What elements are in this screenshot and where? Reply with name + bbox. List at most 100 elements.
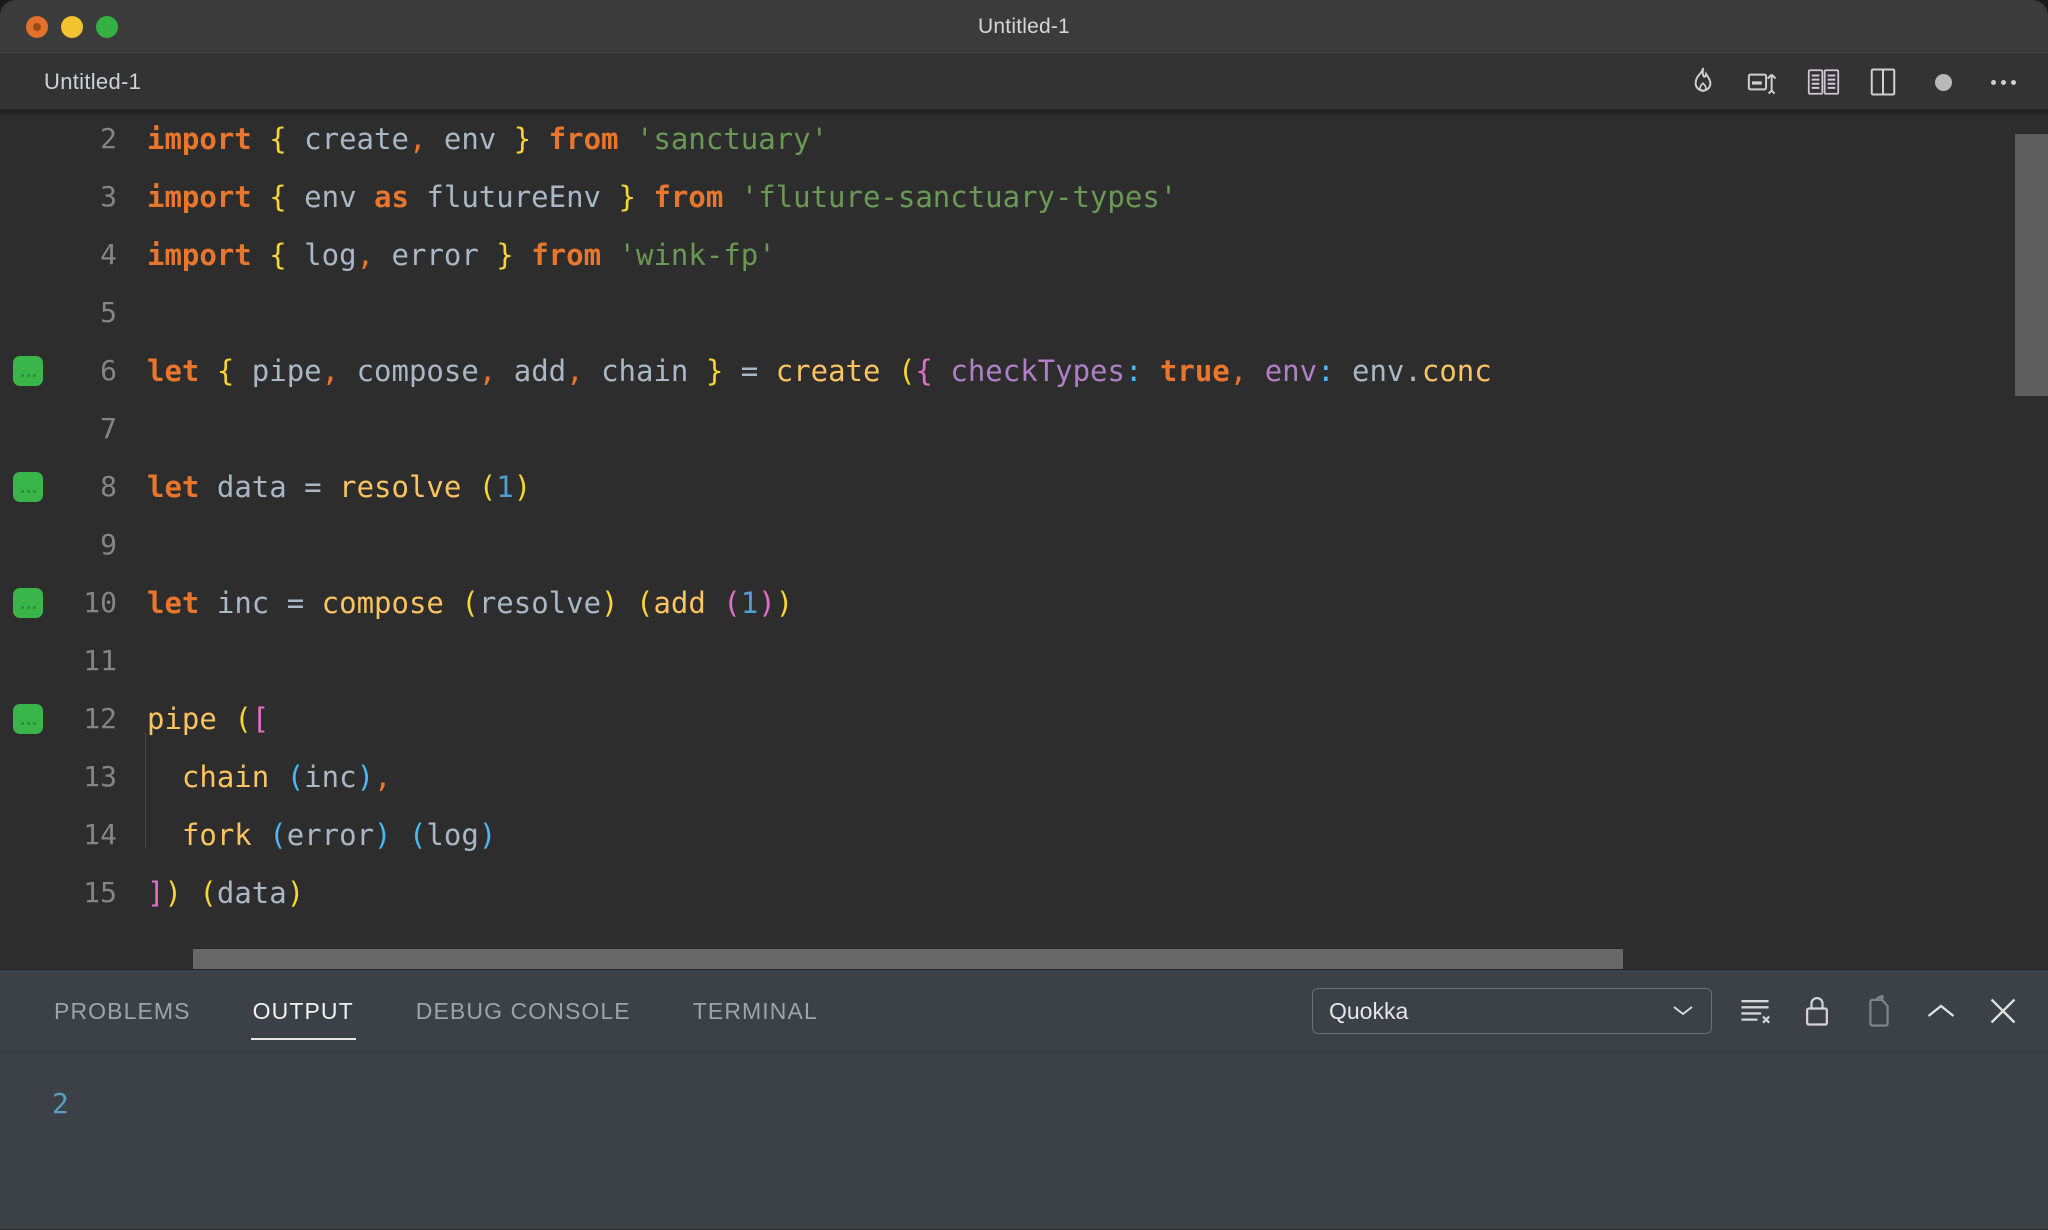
close-panel-icon[interactable]: [1984, 992, 2022, 1030]
code-line[interactable]: 8 let data = resolve (1): [0, 458, 2048, 516]
output-channel-select[interactable]: Quokka: [1312, 988, 1712, 1034]
code-line[interactable]: 12 pipe ([: [0, 690, 2048, 748]
editor-horizontal-scrollbar-track[interactable]: [0, 945, 2048, 969]
code-token: 1: [740, 586, 759, 620]
code-token: (: [234, 702, 252, 736]
code-token: 1: [496, 470, 514, 504]
code-token: }: [618, 180, 636, 214]
code-token: compose: [321, 586, 444, 620]
tab-terminal[interactable]: TERMINAL: [691, 982, 820, 1040]
code-token: create: [775, 354, 881, 388]
code-token: ): [601, 586, 619, 620]
code-token: pipe: [147, 702, 217, 736]
code-token: resolve: [339, 470, 462, 504]
code-token: ): [356, 760, 375, 794]
code-token: import: [147, 122, 252, 156]
quokka-gutter-marker[interactable]: [13, 356, 43, 386]
close-window-button[interactable]: [26, 16, 48, 38]
code-token: ): [374, 818, 392, 852]
code-token: 'fluture-sanctuary-types': [740, 180, 1178, 214]
editor-horizontal-scrollbar-thumb[interactable]: [193, 949, 1623, 969]
line-number: 15: [83, 876, 117, 909]
code-text: import { log, error } from 'wink-fp': [135, 226, 776, 284]
quokka-flame-icon[interactable]: [1686, 65, 1720, 99]
code-token: env: [304, 180, 357, 214]
code-line[interactable]: 4 import { log, error } from 'wink-fp': [0, 226, 2048, 284]
split-editor-icon[interactable]: [1866, 65, 1900, 99]
output-content: 2: [0, 1052, 2048, 1229]
more-actions-icon[interactable]: [1986, 65, 2020, 99]
editor-vertical-scrollbar[interactable]: [2015, 134, 2048, 396]
maximize-window-button[interactable]: [96, 16, 118, 38]
code-line[interactable]: 13 chain (inc),: [0, 733, 2048, 806]
code-token: ): [478, 818, 497, 852]
unsaved-dot-icon[interactable]: [1926, 65, 1960, 99]
quokka-gutter-marker[interactable]: [13, 472, 43, 502]
code-token: flutureEnv: [426, 180, 602, 214]
open-changes-icon[interactable]: [1806, 65, 1840, 99]
code-token: compose: [356, 354, 479, 388]
split-terminal-icon[interactable]: [1746, 65, 1780, 99]
clear-output-icon[interactable]: [1736, 992, 1774, 1030]
code-token: add: [653, 586, 706, 620]
lock-scroll-icon[interactable]: [1798, 992, 1836, 1030]
code-line[interactable]: 10 let inc = compose (resolve) (add (1)): [0, 574, 2048, 632]
code-token: conc: [1421, 354, 1492, 388]
quokka-gutter-marker[interactable]: [13, 588, 43, 618]
collapse-panel-icon[interactable]: [1922, 992, 1960, 1030]
output-value: 2: [52, 1087, 69, 1120]
line-number: 14: [83, 818, 117, 851]
line-number: 2: [100, 122, 117, 155]
code-token: :: [1124, 354, 1143, 388]
code-editor[interactable]: 2 import { create, env } from 'sanctuary'…: [0, 109, 2048, 969]
code-text: let data = resolve (1): [135, 458, 531, 516]
minimize-window-button[interactable]: [61, 16, 83, 38]
code-line[interactable]: 7: [0, 400, 2048, 458]
editor-tab-untitled-1[interactable]: Untitled-1: [44, 69, 141, 95]
app-window: Untitled-1 Untitled-1 2 import {create,…: [0, 0, 2048, 1230]
code-text: pipe ([: [135, 690, 269, 748]
code-token: from: [548, 122, 619, 156]
code-token: log: [304, 238, 357, 272]
editor-tabstrip: Untitled-1: [0, 55, 2048, 109]
code-line[interactable]: 6 let { pipe, compose, add, chain } = cre…: [0, 342, 2048, 400]
code-line[interactable]: 14 fork (error) (log): [0, 791, 2048, 864]
code-line[interactable]: 2 import { create, env } from 'sanctuary': [0, 110, 2048, 168]
tab-problems[interactable]: PROBLEMS: [52, 982, 193, 1040]
code-line[interactable]: 15]) (data): [0, 864, 2048, 922]
code-line[interactable]: 9: [0, 516, 2048, 574]
line-number: 3: [100, 180, 117, 213]
code-token: ,: [321, 354, 340, 388]
open-in-editor-icon[interactable]: [1860, 992, 1898, 1030]
code-line[interactable]: 11: [0, 632, 2048, 690]
code-line[interactable]: 3 import { env as flutureEnv } from 'flut…: [0, 168, 2048, 226]
code-token: :: [1317, 354, 1335, 388]
code-token: (: [286, 760, 305, 794]
code-token: ): [286, 876, 305, 910]
code-token: chain: [601, 354, 689, 388]
tab-debug-console[interactable]: DEBUG CONSOLE: [414, 982, 633, 1040]
quokka-gutter-marker[interactable]: [13, 704, 43, 734]
code-line[interactable]: 5: [0, 284, 2048, 342]
tab-output[interactable]: OUTPUT: [250, 982, 356, 1040]
code-token: ]: [147, 876, 165, 910]
code-text: let inc = compose (resolve) (add (1)): [135, 574, 793, 632]
code-token: data: [216, 876, 287, 910]
